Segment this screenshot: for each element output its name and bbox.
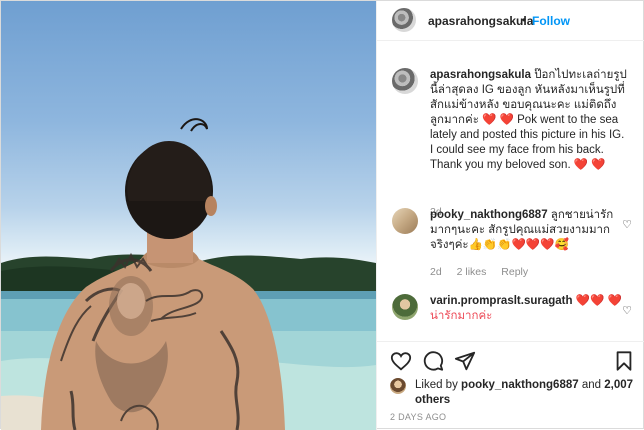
post-timestamp: 2 DAYS AGO bbox=[390, 412, 447, 422]
follow-button[interactable]: Follow bbox=[532, 14, 570, 28]
header-separator: • bbox=[522, 13, 527, 27]
liked-by-user[interactable]: pooky_nakthong6887 bbox=[461, 379, 579, 391]
caption-text: apasrahongsakula ป๊อกไปทะเลถ่ายรูปนี้ล่า… bbox=[430, 68, 630, 173]
post-header: apasrahongsakula • Follow bbox=[377, 1, 644, 41]
comment-username[interactable]: pooky_nakthong6887 bbox=[430, 209, 548, 221]
caption-hearts: ❤️ ❤️ bbox=[482, 114, 514, 126]
comment-like-heart-icon[interactable]: ♡ bbox=[622, 304, 632, 317]
comment-meta: 2d 2 likes Reply bbox=[430, 266, 540, 278]
post-side-panel: apasrahongsakula • Follow apasrahongsaku… bbox=[376, 1, 644, 430]
caption-item: apasrahongsakula ป๊อกไปทะเลถ่ายรูปนี้ล่า… bbox=[392, 68, 632, 218]
like-heart-icon[interactable] bbox=[390, 350, 412, 372]
liked-by-prefix: Liked by bbox=[415, 379, 458, 391]
author-username[interactable]: apasrahongsakula bbox=[428, 14, 533, 28]
save-bookmark-icon[interactable] bbox=[613, 350, 635, 372]
comment-reply-button[interactable]: Reply bbox=[501, 266, 528, 278]
share-paper-plane-icon[interactable] bbox=[454, 350, 476, 372]
caption-username[interactable]: apasrahongsakula bbox=[430, 69, 531, 81]
comment-text: pooky_nakthong6887 ลูกชายน่ารักมากๆนะคะ … bbox=[430, 208, 630, 253]
post-photo[interactable] bbox=[1, 1, 376, 430]
caption-hearts-end: ❤️ ❤️ bbox=[573, 159, 606, 171]
comment-username[interactable]: varin.prompraslt.suragath bbox=[430, 295, 573, 307]
photo-illustration bbox=[1, 118, 376, 430]
liked-by-and: and bbox=[581, 379, 602, 391]
comment-bubble-icon[interactable] bbox=[422, 350, 444, 372]
comment-avatar[interactable] bbox=[392, 294, 418, 320]
liked-by-text: Liked by pooky_nakthong6887 and 2,007 ot… bbox=[415, 378, 635, 408]
comment-item: pooky_nakthong6887 ลูกชายน่ารักมากๆนะคะ … bbox=[392, 208, 632, 288]
author-avatar[interactable] bbox=[392, 8, 416, 32]
post-actions: Liked by pooky_nakthong6887 and 2,007 ot… bbox=[377, 341, 644, 430]
comment-text: varin.prompraslt.suragath ❤️❤️ ❤️น่ารักม… bbox=[430, 294, 630, 324]
comment-avatar[interactable] bbox=[392, 208, 418, 234]
comment-item: varin.prompraslt.suragath ❤️❤️ ❤️น่ารักม… bbox=[392, 294, 632, 338]
instagram-post: apasrahongsakula • Follow apasrahongsaku… bbox=[0, 0, 644, 430]
liked-by-avatar[interactable] bbox=[390, 378, 406, 394]
comments-section: apasrahongsakula ป๊อกไปทะเลถ่ายรูปนี้ล่า… bbox=[377, 42, 644, 342]
comment-like-heart-icon[interactable]: ♡ bbox=[622, 218, 632, 231]
comment-likes[interactable]: 2 likes bbox=[457, 266, 487, 278]
caption-avatar[interactable] bbox=[392, 68, 418, 94]
comment-age: 2d bbox=[430, 266, 442, 278]
